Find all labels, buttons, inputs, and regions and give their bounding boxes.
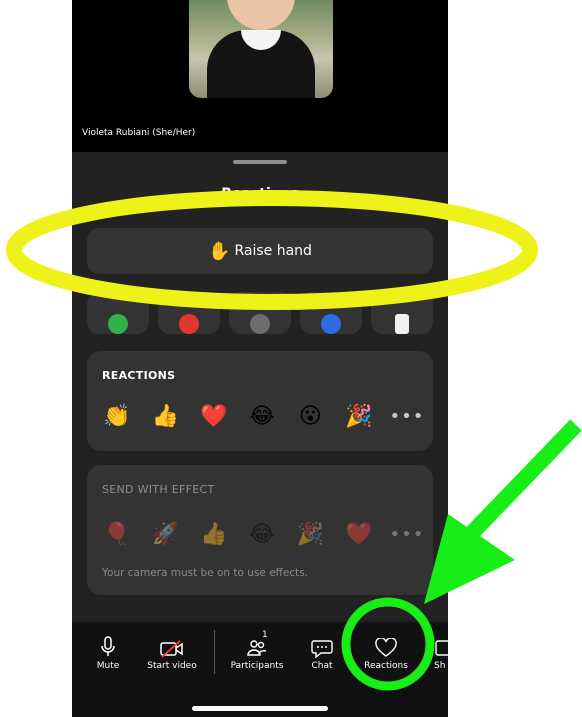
reactions-card: REACTIONS 👏 👍 ❤️ 😂 😮 🎉 ••• [87, 351, 433, 451]
participant-video [189, 0, 333, 98]
feedback-no-button[interactable] [158, 292, 220, 334]
reactions-label: Reactions [364, 661, 408, 671]
meeting-toolbar: Mute Start video 1 Participants Chat Rea… [72, 622, 448, 717]
no-icon [179, 314, 199, 334]
chat-label: Chat [311, 661, 333, 671]
start-video-label: Start video [147, 661, 197, 671]
share-icon [434, 634, 448, 658]
chat-icon [304, 634, 340, 658]
thumbs-up-effect: 👍 [199, 521, 228, 547]
more-reactions-icon[interactable]: ••• [389, 406, 425, 427]
participants-icon: 1 [224, 630, 290, 658]
slower-icon [250, 314, 270, 334]
reactions-button[interactable]: Reactions [360, 634, 412, 671]
rocket-effect: 🚀 [151, 521, 180, 547]
chat-button[interactable]: Chat [304, 634, 340, 671]
participants-count: 1 [262, 630, 268, 640]
heart-effect: ❤️ [344, 521, 373, 547]
faster-icon [321, 314, 341, 334]
surprised-reaction[interactable]: 😮 [292, 399, 328, 433]
microphone-icon [86, 634, 130, 658]
raise-hand-label: Raise hand [234, 243, 312, 259]
start-video-button[interactable]: Start video [144, 634, 200, 671]
thumbs-up-reaction[interactable]: 👍 [147, 399, 183, 433]
toolbar-divider [214, 630, 215, 674]
reactions-title: REACTIONS [102, 369, 176, 382]
feedback-yes-button[interactable] [87, 292, 149, 334]
home-indicator [192, 706, 328, 711]
raised-hand-icon: ✋ [208, 240, 231, 262]
share-button[interactable]: Sh [434, 634, 448, 671]
phone-screen: Violeta Rubiani (She/Her) Reactions ✋ Ra… [72, 0, 448, 717]
balloon-effect: 🎈 [103, 521, 131, 547]
send-with-effect-card: SEND WITH EFFECT 🎈 🚀 👍 😂 🎉 ❤️ ••• Your c… [87, 465, 433, 595]
feedback-coffee-button[interactable] [371, 292, 433, 334]
heart-outline-icon [360, 634, 412, 658]
heart-reaction[interactable]: ❤️ [196, 399, 232, 433]
feedback-row [87, 292, 433, 334]
participant-name: Violeta Rubiani (She/Her) [82, 128, 196, 138]
more-effects-icon: ••• [389, 523, 425, 545]
clap-reaction[interactable]: 👏 [99, 399, 135, 433]
video-off-icon [144, 634, 200, 658]
reactions-sheet: Reactions ✋ Raise hand REACTIONS 👏 👍 ❤️ … [72, 152, 448, 622]
participants-label: Participants [230, 661, 284, 671]
joy-effect: 😂 [249, 521, 275, 547]
arrow-shaft [462, 419, 582, 543]
joy-reaction[interactable]: 😂 [244, 399, 280, 433]
participants-button[interactable]: 1 Participants [224, 630, 290, 671]
mute-label: Mute [96, 661, 120, 671]
sheet-title: Reactions [221, 186, 299, 202]
effects-title: SEND WITH EFFECT [102, 483, 215, 496]
mute-button[interactable]: Mute [86, 634, 130, 671]
raise-hand-button[interactable]: ✋ Raise hand [87, 228, 433, 274]
coffee-icon [395, 314, 410, 334]
checkmark-icon [108, 314, 128, 334]
feedback-slower-button[interactable] [229, 292, 291, 334]
video-tile: Violeta Rubiani (She/Her) [72, 0, 448, 152]
drag-handle[interactable] [233, 160, 287, 164]
feedback-faster-button[interactable] [300, 292, 362, 334]
party-effect: 🎉 [296, 521, 325, 547]
effects-note: Your camera must be on to use effects. [102, 567, 309, 579]
share-label: Sh [434, 661, 446, 671]
party-reaction[interactable]: 🎉 [341, 399, 377, 433]
